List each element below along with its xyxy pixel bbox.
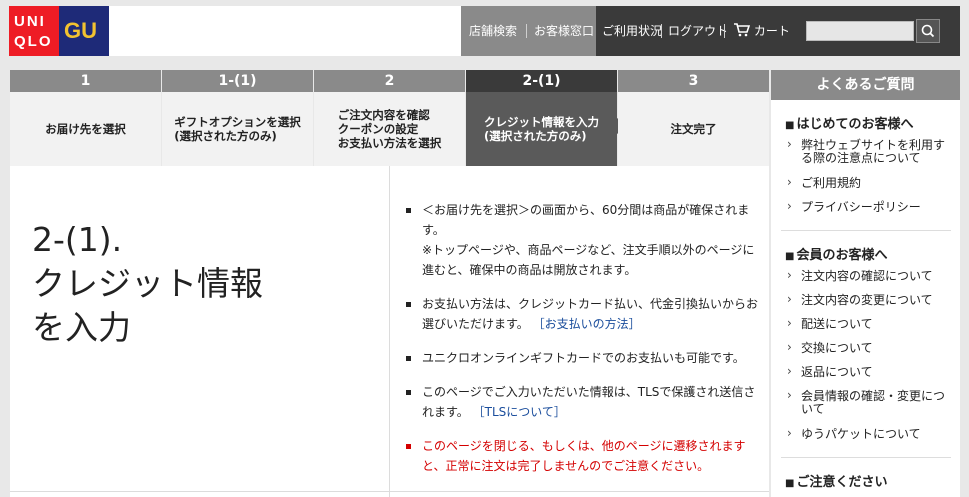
note-reservation: ＜お届け先を選択＞の画面から、60分間は商品が確保されます。: [422, 203, 750, 237]
faq-divider: [781, 230, 951, 231]
list-item: ユニクロオンラインギフトカードでのお支払いも可能です。: [402, 348, 760, 368]
list-item: お支払い方法は、クレジットカード払い、代金引換払いからお選びいただけます。 ［お…: [402, 294, 760, 334]
gu-logo-text: GU: [64, 18, 97, 43]
faq-link[interactable]: 返品について: [787, 365, 951, 379]
main-panel: 2-(1). クレジット情報 を入力 ＜お届け先を選択＞の画面から、60分間は商…: [10, 166, 769, 497]
step-2-1-current: 2-(1) クレジット情報を入力 (選択された方のみ): [466, 70, 617, 166]
faq-link[interactable]: ご利用規約: [787, 176, 951, 190]
faq-section-first-time: はじめてのお客様へ: [785, 113, 913, 132]
step-label: ご注文内容を確認 クーポンの設定 お支払い方法を選択: [314, 92, 465, 166]
step-label: クレジット情報を入力 (選択された方のみ): [466, 92, 617, 166]
step-number: 2: [314, 70, 465, 92]
step-3: 3 注文完了: [618, 70, 769, 166]
column-divider: [389, 166, 390, 497]
notes-list: ＜お届け先を選択＞の画面から、60分間は商品が確保されます。 ※トップページや、…: [402, 200, 760, 490]
note-warning: このページを閉じる、もしくは、他のページに遷移されますと、正常に注文は完了しませ…: [422, 439, 746, 473]
uniqlo-logo-line2: QLO: [14, 33, 53, 50]
note-gift-card: ユニクロオンラインギフトカードでのお支払いも可能です。: [422, 351, 745, 365]
faq-sidebar: よくあるご質問 はじめてのお客様へ 弊社ウェブサイトを利用する際の注意点について…: [771, 70, 960, 497]
search-icon: [921, 24, 935, 38]
uniqlo-logo[interactable]: UNI QLO: [9, 6, 59, 56]
list-item: ＜お届け先を選択＞の画面から、60分間は商品が確保されます。 ※トップページや、…: [402, 200, 760, 280]
step-1: 1 お届け先を選択: [10, 70, 161, 166]
payment-methods-link[interactable]: ［お支払いの方法］: [533, 317, 641, 331]
cart-icon: [734, 23, 751, 37]
header: UNI QLO GU 店舗検索 お客様窓口 ご利用状況 ログアウト カート: [0, 0, 969, 62]
faq-title: よくあるご質問: [771, 70, 960, 100]
faq-link[interactable]: プライバシーポリシー: [787, 200, 951, 214]
step-1-1: 1-(1) ギフトオプションを選択 (選択された方のみ): [162, 70, 313, 166]
faq-link[interactable]: 交換について: [787, 341, 951, 355]
nav-customer-service[interactable]: お客様窓口: [534, 6, 594, 56]
step-number: 1: [10, 70, 161, 92]
nav-logout[interactable]: ログアウト: [668, 6, 728, 56]
cart-label: カート: [753, 24, 790, 38]
step-2: 2 ご注文内容を確認 クーポンの設定 お支払い方法を選択: [314, 70, 465, 166]
step-label: 注文完了: [618, 92, 769, 166]
nav-separator: [661, 24, 662, 38]
nav-cart[interactable]: カート: [734, 6, 790, 56]
step-label: お届け先を選択: [10, 92, 161, 166]
tls-link[interactable]: ［TLSについて］: [473, 405, 566, 419]
nav-usage-status[interactable]: ご利用状況: [602, 6, 662, 56]
faq-link[interactable]: 会員情報の確認・変更について: [787, 389, 951, 416]
step-number: 1-(1): [162, 70, 313, 92]
search-button[interactable]: [916, 19, 940, 43]
faq-link[interactable]: 注文内容の変更について: [787, 293, 951, 307]
faq-section-members: 会員のお客様へ: [785, 244, 887, 263]
search-input[interactable]: [806, 21, 914, 41]
step-number: 2-(1): [466, 70, 617, 92]
faq-section-caution: ご注意ください: [785, 471, 887, 490]
faq-link[interactable]: 弊社ウェブサイトを利用する際の注意点について: [787, 138, 951, 165]
nav-separator: [724, 24, 725, 38]
faq-link[interactable]: 注文内容の確認について: [787, 269, 951, 283]
gu-logo[interactable]: GU: [59, 6, 109, 56]
step-number: 3: [618, 70, 769, 92]
note-reservation-detail: ※トップページや、商品ページなど、注文手順以外のページに進むと、確保中の商品は開…: [422, 243, 755, 277]
list-item: このページでご入力いただいた情報は、TLSで保護され送信されます。 ［TLSにつ…: [402, 382, 760, 422]
faq-link[interactable]: 配送について: [787, 317, 951, 331]
nav-separator: [526, 24, 527, 38]
bottom-divider: [10, 491, 769, 492]
page-title: 2-(1). クレジット情報 を入力: [32, 220, 263, 348]
list-item-warning: このページを閉じる、もしくは、他のページに遷移されますと、正常に注文は完了しませ…: [402, 436, 760, 476]
nav-store-search[interactable]: 店舗検索: [469, 6, 517, 56]
faq-link[interactable]: ゆうパケットについて: [787, 427, 951, 441]
faq-divider: [781, 457, 951, 458]
uniqlo-logo-line1: UNI: [14, 13, 46, 30]
step-label: ギフトオプションを選択 (選択された方のみ): [162, 92, 313, 166]
